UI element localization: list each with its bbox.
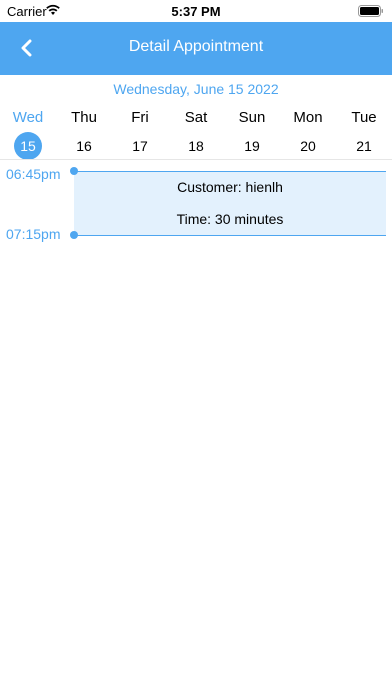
day-name: Sat: [184, 109, 208, 126]
end-time-label: 07:15pm: [6, 226, 61, 242]
battery-icon: [358, 5, 384, 20]
day-fri[interactable]: Fri 17: [112, 109, 168, 154]
day-mon[interactable]: Mon 20: [280, 109, 336, 154]
day-thu[interactable]: Thu 16: [56, 109, 112, 154]
day-number: 17: [132, 138, 148, 154]
end-time-line: [74, 235, 386, 236]
day-name: Sun: [238, 109, 266, 126]
day-name: Mon: [293, 109, 323, 126]
divider: [0, 159, 392, 160]
page-title: Detail Appointment: [128, 38, 264, 55]
day-wed[interactable]: Wed 15: [0, 109, 56, 160]
start-time-label: 06:45pm: [6, 166, 61, 182]
day-name: Fri: [131, 109, 149, 126]
day-name: Thu: [71, 109, 97, 126]
start-time-line: [74, 171, 386, 172]
appointment-customer: Customer: hienlh: [177, 179, 283, 195]
day-number: 21: [356, 138, 372, 154]
day-number: 20: [300, 138, 316, 154]
clock: 5:37 PM: [171, 4, 221, 19]
day-tue[interactable]: Tue 21: [336, 109, 392, 154]
day-name: Tue: [351, 109, 377, 126]
day-number: 19: [244, 138, 260, 154]
week-strip: Wed 15 Thu 16 Fri 17 Sat 18 Sun 19 Mon 2…: [0, 109, 392, 160]
day-number: 16: [76, 138, 92, 154]
day-number: 15: [14, 132, 42, 160]
day-sun[interactable]: Sun 19: [224, 109, 280, 154]
appointment-card[interactable]: Customer: hienlh Time: 30 minutes: [74, 171, 386, 235]
day-number: 18: [188, 138, 204, 154]
status-bar: Carrier 5:37 PM: [0, 0, 392, 22]
day-name: Wed: [12, 109, 44, 126]
day-sat[interactable]: Sat 18: [168, 109, 224, 154]
appointment-duration: Time: 30 minutes: [176, 211, 284, 227]
nav-bar: Detail Appointment: [0, 22, 392, 75]
selected-date-label: Wednesday, June 15 2022: [113, 81, 279, 97]
